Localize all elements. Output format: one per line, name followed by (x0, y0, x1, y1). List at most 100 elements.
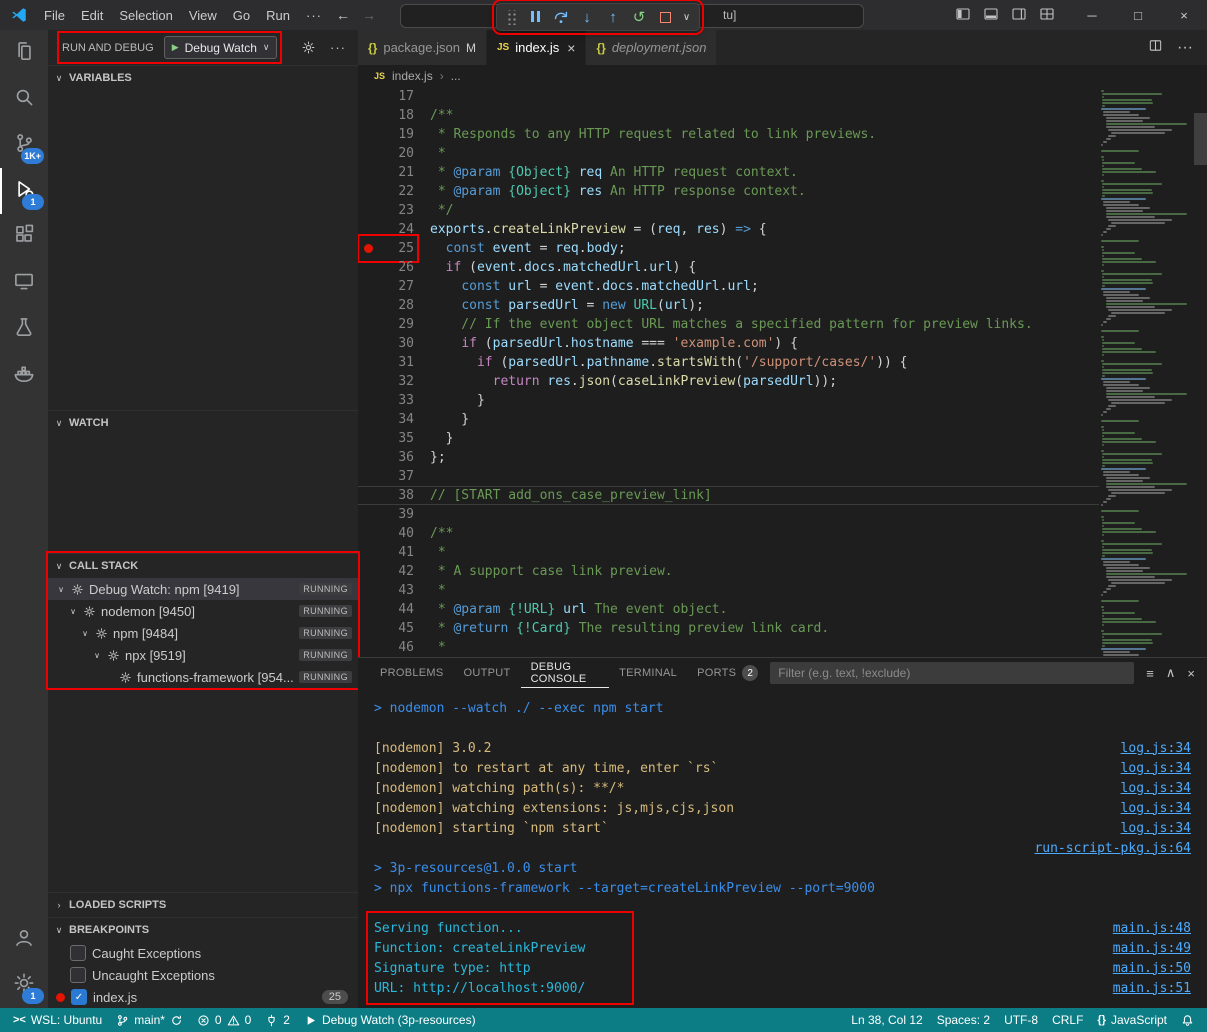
panel-tab-output[interactable]: OUTPUT (454, 658, 521, 688)
line-number-gutter[interactable]: 37 (362, 467, 414, 486)
menu-view[interactable]: View (181, 4, 225, 26)
activity-remote-explorer[interactable] (0, 260, 48, 306)
line-number-gutter[interactable]: 22 (362, 182, 414, 201)
line-number-gutter[interactable]: 33 (362, 391, 414, 410)
tab-close-button[interactable]: × (567, 40, 575, 56)
toggle-secondary-sidebar-icon[interactable] (1011, 6, 1027, 25)
drag-handle-icon[interactable] (506, 10, 517, 25)
breakpoint-checkbox[interactable] (70, 945, 86, 961)
line-number-gutter[interactable]: 28 (362, 296, 414, 315)
sidebar-more-actions[interactable]: ··· (326, 40, 350, 55)
call-stack-session[interactable]: ∨nodemon [9450]RUNNING (48, 600, 358, 622)
step-over-button[interactable] (549, 6, 573, 28)
split-editor-icon[interactable] (1148, 38, 1163, 58)
source-link[interactable]: main.js:50 (1113, 961, 1191, 976)
tab-package.json[interactable]: {}package.jsonM (358, 30, 487, 65)
status-language-mode[interactable]: {}JavaScript (1090, 1008, 1174, 1032)
line-number-gutter[interactable]: 32 (362, 372, 414, 391)
line-number-gutter[interactable]: 45 (362, 619, 414, 638)
code-line-text[interactable]: * @param {Object} req An HTTP request co… (430, 165, 798, 180)
start-debugging-icon[interactable]: ▶ (172, 42, 179, 53)
code-line-text[interactable]: // [START add_ons_case_preview_link] (430, 488, 712, 503)
status-git-branch[interactable]: main* (109, 1008, 190, 1032)
console-filter-input[interactable] (770, 662, 1134, 684)
code-line-text[interactable]: } (430, 412, 469, 427)
line-number-gutter[interactable]: 34 (362, 410, 414, 429)
code-line-text[interactable]: /** (430, 526, 453, 541)
customize-layout-icon[interactable] (1039, 6, 1055, 25)
source-link[interactable]: log.js:34 (1121, 761, 1191, 776)
call-stack-session[interactable]: ∨Debug Watch: npm [9419]RUNNING (48, 578, 358, 600)
breakpoint-row[interactable]: Caught Exceptions (48, 942, 358, 964)
panel-tab-terminal[interactable]: TERMINAL (609, 658, 687, 688)
line-number-gutter[interactable]: 36 (362, 448, 414, 467)
section-call-stack[interactable]: ∨CALL STACK (48, 553, 358, 578)
line-number-gutter[interactable]: 18 (362, 106, 414, 125)
line-number-gutter[interactable]: 26 (362, 258, 414, 277)
line-number-gutter[interactable]: 29 (362, 315, 414, 334)
step-into-button[interactable]: ↓ (575, 6, 599, 28)
activity-account[interactable] (0, 916, 48, 962)
code-line-text[interactable]: * @param {!URL} url The event object. (430, 602, 727, 617)
editor-scrollbar[interactable] (1194, 113, 1207, 165)
source-link[interactable]: main.js:49 (1113, 941, 1191, 956)
code-line-text[interactable]: } (430, 393, 485, 408)
step-out-button[interactable]: ↑ (601, 6, 625, 28)
debug-settings-gear-icon[interactable] (301, 40, 316, 55)
forward-button[interactable]: → (356, 7, 382, 23)
line-number-gutter[interactable]: 31 (362, 353, 414, 372)
source-link[interactable]: log.js:34 (1121, 781, 1191, 796)
breakpoint-row[interactable]: ✓index.js25 (48, 986, 358, 1008)
status-cursor-position[interactable]: Ln 38, Col 12 (844, 1008, 929, 1032)
toggle-panel-icon[interactable] (983, 6, 999, 25)
code-line-text[interactable]: }; (430, 450, 446, 465)
line-number-gutter[interactable]: 19 (362, 125, 414, 144)
code-line-text[interactable]: */ (430, 203, 453, 218)
section-variables[interactable]: ∨VARIABLES (48, 65, 358, 90)
breadcrumb[interactable]: JS index.js › ... (358, 65, 1207, 87)
restart-button[interactable]: ↺ (627, 6, 651, 28)
code-line-text[interactable]: * (430, 583, 446, 598)
console-menu-icon[interactable]: ≡ (1146, 666, 1154, 681)
code-line-text[interactable]: * @param {Object} res An HTTP response c… (430, 184, 806, 199)
activity-search[interactable] (0, 76, 48, 122)
source-link[interactable]: log.js:34 (1121, 801, 1191, 816)
breakpoint-gutter[interactable]: 25 (362, 239, 414, 258)
line-number-gutter[interactable]: 21 (362, 163, 414, 182)
maximize-panel-icon[interactable]: ∧ (1166, 665, 1176, 681)
call-stack-session[interactable]: ∨npm [9484]RUNNING (48, 622, 358, 644)
breakpoint-row[interactable]: Uncaught Exceptions (48, 964, 358, 986)
line-number-gutter[interactable]: 40 (362, 524, 414, 543)
status-forwarded-ports[interactable]: 2 (258, 1008, 297, 1032)
code-line-text[interactable]: } (430, 431, 453, 446)
source-link[interactable]: main.js:48 (1113, 921, 1191, 936)
panel-tab-problems[interactable]: PROBLEMS (370, 658, 454, 688)
stop-button[interactable] (653, 6, 677, 28)
debug-config-dropdown[interactable]: ▶ Debug Watch ∨ (164, 36, 278, 59)
close-panel-icon[interactable]: × (1187, 666, 1195, 681)
line-number-gutter[interactable]: 44 (362, 600, 414, 619)
code-line-text[interactable]: * @return {!Card} The resulting preview … (430, 621, 829, 636)
source-link[interactable]: log.js:34 (1121, 821, 1191, 836)
activity-run-and-debug[interactable]: 1 (0, 168, 48, 214)
code-line-text[interactable]: exports.createLinkPreview = (req, res) =… (430, 222, 767, 237)
panel-tab-debug-console[interactable]: DEBUG CONSOLE (521, 658, 610, 688)
breakpoint-checkbox[interactable] (70, 967, 86, 983)
breadcrumb-more[interactable]: ... (451, 69, 461, 83)
editor-more-actions[interactable]: ··· (1177, 39, 1193, 57)
tab-index.js[interactable]: JSindex.js× (487, 30, 587, 65)
status-remote-indicator[interactable]: ><WSL: Ubuntu (6, 1008, 109, 1032)
source-link[interactable]: run-script-pkg.js:64 (1034, 841, 1191, 856)
tab-deployment.json[interactable]: {}deployment.json (586, 30, 717, 65)
section-loaded-scripts[interactable]: ›LOADED SCRIPTS (48, 892, 358, 917)
activity-settings[interactable]: 1 (0, 962, 48, 1008)
code-line-text[interactable]: * A support case link preview. (430, 564, 673, 579)
code-line-text[interactable]: * (430, 545, 446, 560)
activity-extensions[interactable] (0, 214, 48, 260)
call-stack-session[interactable]: ∨npx [9519]RUNNING (48, 644, 358, 666)
pause-button[interactable] (523, 6, 547, 28)
menu-go[interactable]: Go (225, 4, 258, 26)
line-number-gutter[interactable]: 27 (362, 277, 414, 296)
activity-testing[interactable] (0, 306, 48, 352)
source-link[interactable]: log.js:34 (1121, 741, 1191, 756)
